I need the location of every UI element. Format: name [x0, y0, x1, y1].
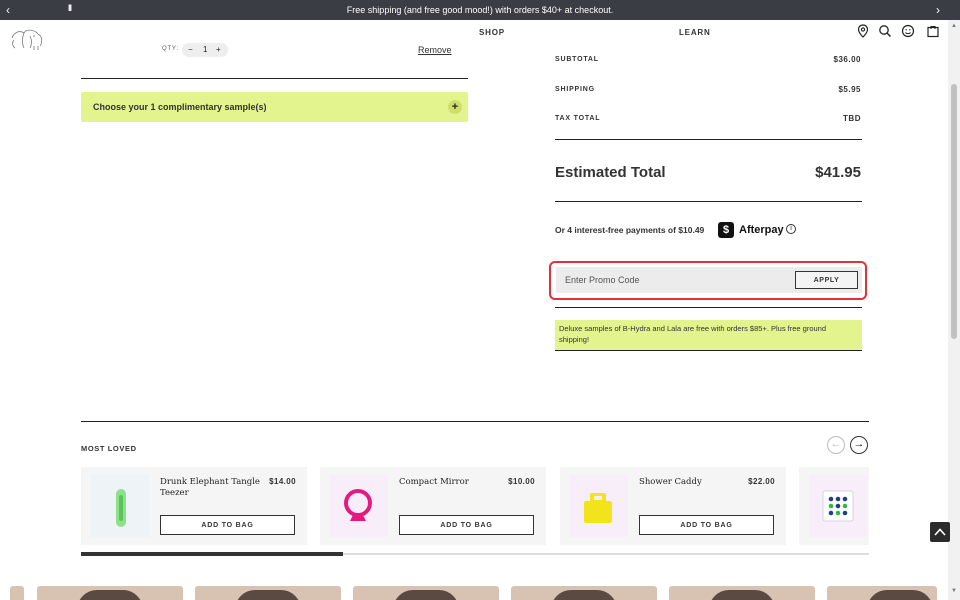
subtotal-value: $36.00 [833, 55, 861, 64]
chevron-right-icon[interactable]: › [936, 3, 940, 17]
add-to-bag-button[interactable]: ADD TO BAG [399, 515, 534, 535]
apply-button[interactable]: APPLY [795, 271, 858, 289]
plus-icon[interactable]: + [448, 100, 462, 114]
announcement-message: Free shipping (and free good mood!) with… [346, 5, 614, 15]
sample-label: Choose your 1 complimentary sample(s) [93, 102, 267, 112]
section-divider [81, 421, 869, 422]
caddy-image [584, 493, 612, 523]
ugc-image[interactable] [511, 586, 657, 600]
divider [555, 139, 862, 140]
carousel-scroll-thumb[interactable] [81, 552, 343, 556]
product-image[interactable] [91, 475, 149, 537]
divider [81, 78, 468, 79]
mirror-image [344, 489, 372, 521]
subtotal-label: SUBTOTAL [555, 56, 599, 63]
product-card[interactable]: Drunk Elephant Tangle Teezer $14.00 ADD … [81, 467, 307, 545]
ugc-image[interactable] [195, 586, 341, 600]
brush-image [116, 489, 126, 527]
bag-icon[interactable] [926, 24, 940, 38]
product-card[interactable]: Shower Caddy $22.00 ADD TO BAG [560, 467, 786, 545]
shipping-label: SHIPPING [555, 86, 595, 93]
elephant-logo[interactable] [8, 24, 48, 52]
nav-shop[interactable]: SHOP [479, 28, 505, 37]
promo-note: Deluxe samples of B-Hydra and Lala are f… [555, 320, 862, 350]
product-name[interactable]: Drunk Elephant Tangle Teezer [160, 477, 260, 499]
product-card[interactable]: Compact Mirror $10.00 ADD TO BAG [320, 467, 546, 545]
product-image[interactable] [330, 475, 388, 537]
product-image[interactable] [570, 475, 628, 537]
info-icon[interactable]: i [786, 224, 796, 234]
quantity-value: 1 [203, 45, 208, 54]
quantity-stepper: − 1 + [182, 43, 228, 57]
product-card[interactable] [799, 467, 869, 545]
palette-image [822, 490, 854, 522]
search-icon[interactable] [878, 24, 892, 38]
chevron-up-icon [934, 528, 946, 536]
add-to-bag-button[interactable]: ADD TO BAG [160, 515, 295, 535]
product-image[interactable] [809, 475, 867, 537]
product-name[interactable]: Shower Caddy [639, 477, 739, 488]
ugc-image[interactable] [10, 586, 24, 600]
announcement-bar: ‹ II Free shipping (and free good mood!)… [0, 0, 960, 20]
divider [555, 350, 862, 351]
location-pin-icon[interactable] [856, 24, 870, 38]
account-icon[interactable] [901, 24, 915, 38]
ugc-image[interactable] [37, 586, 183, 600]
nav-learn[interactable]: LEARN [679, 28, 711, 37]
qty-label: QTY: [162, 46, 179, 52]
carousel-prev-button[interactable]: ← [827, 436, 845, 454]
product-name[interactable]: Compact Mirror [399, 477, 499, 488]
tax-value: TBD [843, 114, 861, 123]
estimated-total-value: $41.95 [815, 164, 861, 181]
complimentary-sample-accordion[interactable]: Choose your 1 complimentary sample(s) + [81, 92, 468, 122]
product-price: $10.00 [508, 477, 535, 486]
estimated-total-label: Estimated Total [555, 164, 666, 181]
back-to-top-button[interactable] [930, 522, 950, 542]
ugc-image[interactable] [353, 586, 499, 600]
product-price: $22.00 [748, 477, 775, 486]
divider [555, 201, 862, 202]
scroll-down-icon[interactable]: ▼ [951, 588, 957, 594]
scroll-up-icon[interactable]: ▲ [951, 23, 957, 29]
remove-link[interactable]: Remove [418, 45, 452, 55]
tax-label: TAX TOTAL [555, 115, 601, 122]
ugc-image[interactable] [827, 586, 937, 600]
carousel-next-button[interactable]: → [850, 436, 868, 454]
shipping-value: $5.95 [838, 85, 861, 94]
product-price: $14.00 [269, 477, 296, 486]
afterpay-text: Or 4 interest-free payments of $10.49 [555, 225, 705, 235]
decrement-button[interactable]: − [188, 45, 193, 54]
scrollbar-thumb[interactable] [951, 84, 957, 339]
afterpay-brand: Afterpay [739, 224, 784, 236]
most-loved-title: MOST LOVED [81, 444, 137, 453]
divider [555, 307, 862, 308]
increment-button[interactable]: + [216, 45, 221, 54]
page-scrollbar[interactable]: ▲ ▼ [948, 20, 960, 600]
ugc-image[interactable] [669, 586, 815, 600]
add-to-bag-button[interactable]: ADD TO BAG [639, 515, 774, 535]
afterpay-logo-icon: $ [718, 222, 734, 238]
